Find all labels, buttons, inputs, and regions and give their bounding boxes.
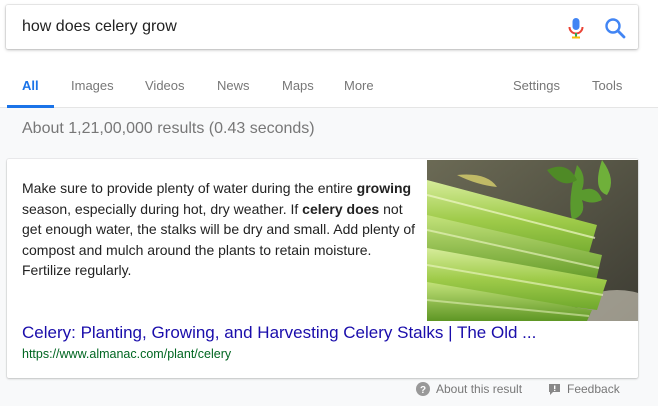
- result-stats: About 1,21,00,000 results (0.43 seconds): [22, 120, 315, 137]
- tab-maps[interactable]: Maps: [282, 78, 314, 93]
- help-icon: ?: [416, 382, 430, 396]
- tab-images[interactable]: Images: [71, 78, 114, 93]
- tab-videos[interactable]: Videos: [145, 78, 185, 93]
- search-box[interactable]: [6, 5, 638, 49]
- tab-news[interactable]: News: [217, 78, 250, 93]
- result-title-link[interactable]: Celery: Planting, Growing, and Harvestin…: [22, 323, 622, 343]
- celery-image[interactable]: [427, 160, 638, 321]
- snippet-text-part: Make sure to provide plenty of water dur…: [22, 180, 357, 196]
- tools-link[interactable]: Tools: [592, 78, 622, 93]
- search-header: All Images Videos News Maps More Setting…: [0, 0, 658, 108]
- featured-snippet-card: Make sure to provide plenty of water dur…: [7, 159, 638, 378]
- microphone-icon[interactable]: [566, 17, 586, 39]
- svg-text:?: ?: [420, 385, 426, 396]
- about-result-link[interactable]: ? About this result: [416, 382, 522, 396]
- feedback-label: Feedback: [567, 382, 620, 396]
- snippet-bold-part: growing: [356, 180, 412, 196]
- snippet-footer: ? About this result Feedback: [0, 380, 658, 400]
- snippet-bold-part: celery does: [302, 200, 380, 217]
- search-icon[interactable]: [604, 17, 626, 39]
- active-tab-indicator: [7, 105, 54, 108]
- snippet-text-part: season, especially during hot, dry weath…: [22, 200, 303, 217]
- settings-link[interactable]: Settings: [513, 78, 560, 93]
- search-input[interactable]: [22, 16, 542, 38]
- snippet-text: Make sure to provide plenty of water dur…: [22, 178, 418, 281]
- feedback-icon: [549, 384, 560, 395]
- tab-all[interactable]: All: [22, 78, 39, 93]
- feedback-link[interactable]: Feedback: [548, 382, 620, 396]
- about-result-label: About this result: [436, 382, 523, 396]
- result-url[interactable]: https://www.almanac.com/plant/celery: [22, 347, 231, 361]
- search-tabs: All Images Videos News Maps More Setting…: [0, 70, 658, 108]
- tab-more[interactable]: More: [344, 78, 374, 93]
